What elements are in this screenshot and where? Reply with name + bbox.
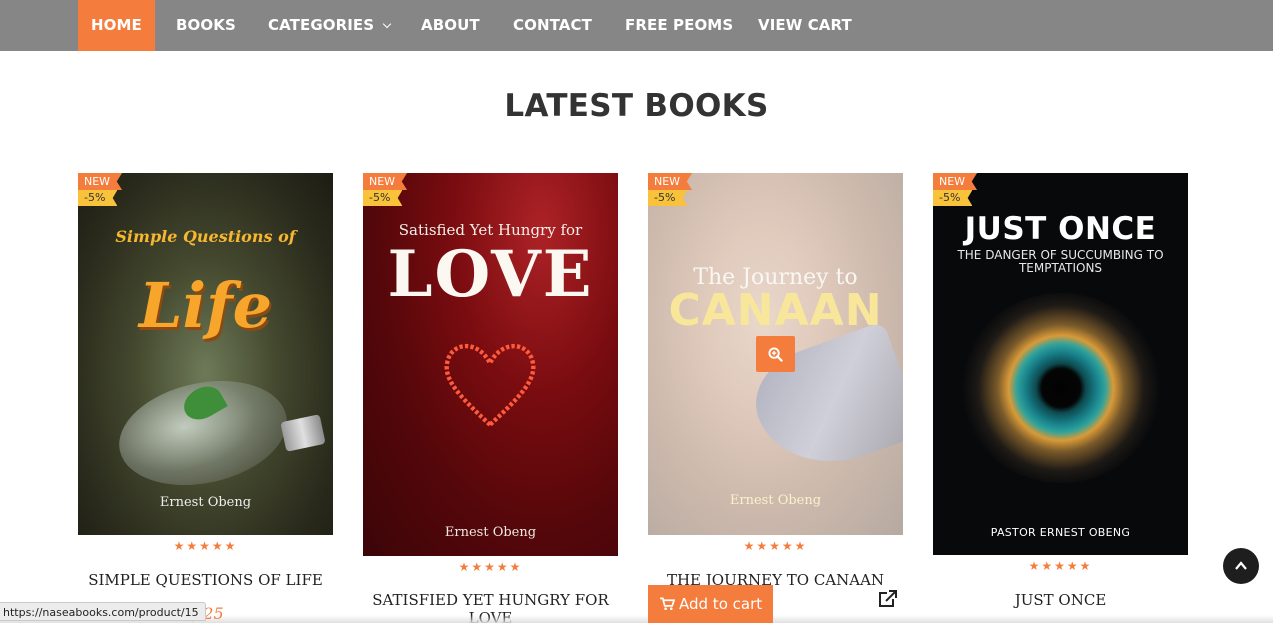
section-title: LATEST BOOKS — [504, 88, 769, 124]
cover-title-large: Life — [138, 269, 273, 342]
rating-stars: ★★★★★ — [1028, 559, 1093, 573]
add-to-cart-label: Add to cart — [679, 595, 763, 613]
book-cover-image[interactable]: NEW -5% Simple Questions of Life Ernest … — [78, 173, 333, 535]
nav-books[interactable]: BOOKS — [176, 0, 236, 51]
cover-title-large: LOVE — [387, 237, 594, 312]
external-link-icon[interactable] — [877, 590, 897, 612]
arrow-up-icon — [1235, 561, 1247, 570]
cover-title-large: JUST ONCE — [964, 211, 1157, 247]
book-cover-image[interactable]: NEW -5% The Journey to CANAAN Ernest Obe… — [648, 173, 903, 535]
book-cover-image[interactable]: NEW -5% JUST ONCE THE DANGER OF SUCCUMBI… — [933, 173, 1188, 555]
zoom-icon — [768, 347, 783, 362]
rating-stars: ★★★★★ — [458, 560, 523, 574]
new-badge: NEW — [363, 173, 408, 190]
rating-stars: ★★★★★ — [743, 539, 808, 553]
new-badge: NEW — [933, 173, 978, 190]
cart-icon — [660, 597, 676, 610]
chevron-down-icon — [382, 19, 392, 29]
nav-categories[interactable]: CATEGORIES — [268, 0, 392, 51]
new-badge: NEW — [78, 173, 123, 190]
cover-author: Ernest Obeng — [444, 525, 537, 540]
nav-contact[interactable]: CONTACT — [513, 0, 592, 51]
eye-illustration — [961, 293, 1161, 483]
discount-badge: -5% — [648, 190, 688, 206]
quick-view-button[interactable] — [756, 336, 795, 372]
back-to-top-button[interactable] — [1223, 548, 1259, 584]
main-navbar: HOME BOOKS CATEGORIES ABOUT CONTACT FREE… — [0, 0, 1273, 51]
nav-categories-label: CATEGORIES — [268, 16, 375, 34]
product-title[interactable]: SIMPLE QUESTIONS OF LIFE — [78, 571, 333, 589]
cover-title-small: Simple Questions of — [115, 227, 296, 246]
nav-about[interactable]: ABOUT — [421, 0, 480, 51]
nav-home[interactable]: HOME — [78, 0, 155, 51]
product-title[interactable]: JUST ONCE — [933, 591, 1188, 609]
discount-badge: -5% — [933, 190, 973, 206]
cover-subtitle: THE DANGER OF SUCCUMBING TO TEMPTATIONS — [957, 248, 1164, 275]
add-to-cart-button[interactable]: Add to cart — [648, 585, 773, 623]
rating-stars: ★★★★★ — [173, 539, 238, 553]
nav-free-poems[interactable]: FREE PEOMS — [625, 0, 733, 51]
discount-badge: -5% — [78, 190, 118, 206]
cover-author: Ernest Obeng — [159, 495, 252, 510]
book-cover-image[interactable]: NEW -5% Satisfied Yet Hungry for LOVE Er… — [363, 173, 618, 556]
heart-illustration — [444, 343, 536, 428]
cover-author: PASTOR ERNEST OBENG — [990, 526, 1131, 539]
bulb-base-illustration — [280, 414, 326, 452]
new-badge: NEW — [648, 173, 693, 190]
browser-status-url: https://naseabooks.com/product/15 — [0, 602, 206, 621]
discount-badge: -5% — [363, 190, 403, 206]
nav-view-cart[interactable]: VIEW CART — [758, 0, 852, 51]
